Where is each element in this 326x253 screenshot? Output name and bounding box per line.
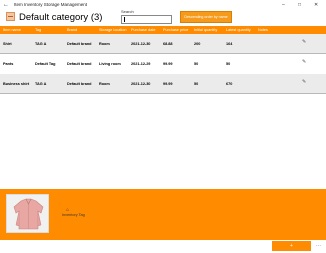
latest-quantity-cell: 164 (226, 42, 233, 46)
tag-cell: Default Tag (35, 62, 56, 66)
item-name-cell: Shirt (3, 42, 12, 46)
search-label: Search (121, 9, 134, 14)
initial-quantity-cell: 50 (194, 62, 199, 66)
location-cell: Room (99, 42, 110, 46)
initial-quantity-cell: 50 (194, 82, 199, 86)
item-name-cell: Business shirt (3, 82, 30, 86)
edit-icon[interactable]: ✎ (302, 60, 306, 65)
edit-icon[interactable]: ✎ (302, 80, 306, 85)
minimize-button[interactable]: – (282, 0, 285, 10)
column-header[interactable]: Tag (35, 26, 41, 34)
sort-descending-button[interactable]: Descending order by name (180, 11, 232, 23)
detail-panel (0, 189, 326, 240)
price-cell: 99.99 (163, 82, 173, 86)
brand-cell: Default brand (67, 42, 92, 46)
item-photo[interactable] (6, 194, 49, 233)
more-options-icon[interactable]: ⋯ (313, 241, 324, 251)
latest-quantity-cell: 670 (226, 82, 233, 86)
edit-icon[interactable]: ✎ (302, 40, 306, 45)
column-header[interactable]: Latest quantity (226, 26, 251, 34)
close-button[interactable]: ✕ (314, 0, 318, 10)
table-row[interactable]: Shirt TAG A Default brand Room 2021-12-3… (0, 34, 326, 54)
search-field[interactable] (121, 15, 172, 31)
location-cell: Living room (99, 62, 121, 66)
price-cell: 99.99 (163, 62, 173, 66)
column-header[interactable]: Notes (258, 26, 268, 34)
column-header[interactable]: Purchase date (131, 26, 156, 34)
add-item-button[interactable]: + (272, 241, 311, 251)
back-arrow-icon[interactable]: ← (3, 0, 9, 10)
table-row[interactable]: Pants Default Tag Default brand Living r… (0, 54, 326, 74)
brand-cell: Default brand (67, 62, 92, 66)
date-cell: 2021-12-30 (131, 82, 151, 86)
box-icon (6, 12, 15, 21)
window-title: Item Inventory Storage Management (14, 2, 88, 7)
date-cell: 2021-12-30 (131, 42, 151, 46)
column-header[interactable]: Item name (3, 26, 21, 34)
column-header[interactable]: Storage location (99, 26, 126, 34)
maximize-button[interactable]: □ (298, 0, 301, 10)
title-bar: ← Item Inventory Storage Management – □ … (0, 0, 326, 10)
text-caret (124, 17, 125, 22)
inventory-tag-label: Inventory Tag (62, 213, 85, 217)
brand-cell: Default brand (67, 82, 92, 86)
initial-quantity-cell: 200 (194, 42, 201, 46)
tag-cell: TAG A (35, 42, 47, 46)
price-cell: 68.88 (163, 42, 173, 46)
location-cell: Room (99, 82, 110, 86)
column-header[interactable]: Brand (67, 26, 77, 34)
shirt-image (7, 195, 48, 232)
column-header[interactable]: Purchase price (163, 26, 188, 34)
column-header[interactable]: Initial quantity (194, 26, 217, 34)
table-row[interactable]: Business shirt TAG A Default brand Room … (0, 74, 326, 94)
table-header: Item name Tag Brand Storage location Pur… (0, 26, 326, 34)
date-cell: 2021-12-29 (131, 62, 151, 66)
latest-quantity-cell: 50 (226, 62, 231, 66)
page-title: Default category (3) (19, 12, 103, 23)
tag-cell: TAG A (35, 82, 47, 86)
item-name-cell: Pants (3, 62, 14, 66)
